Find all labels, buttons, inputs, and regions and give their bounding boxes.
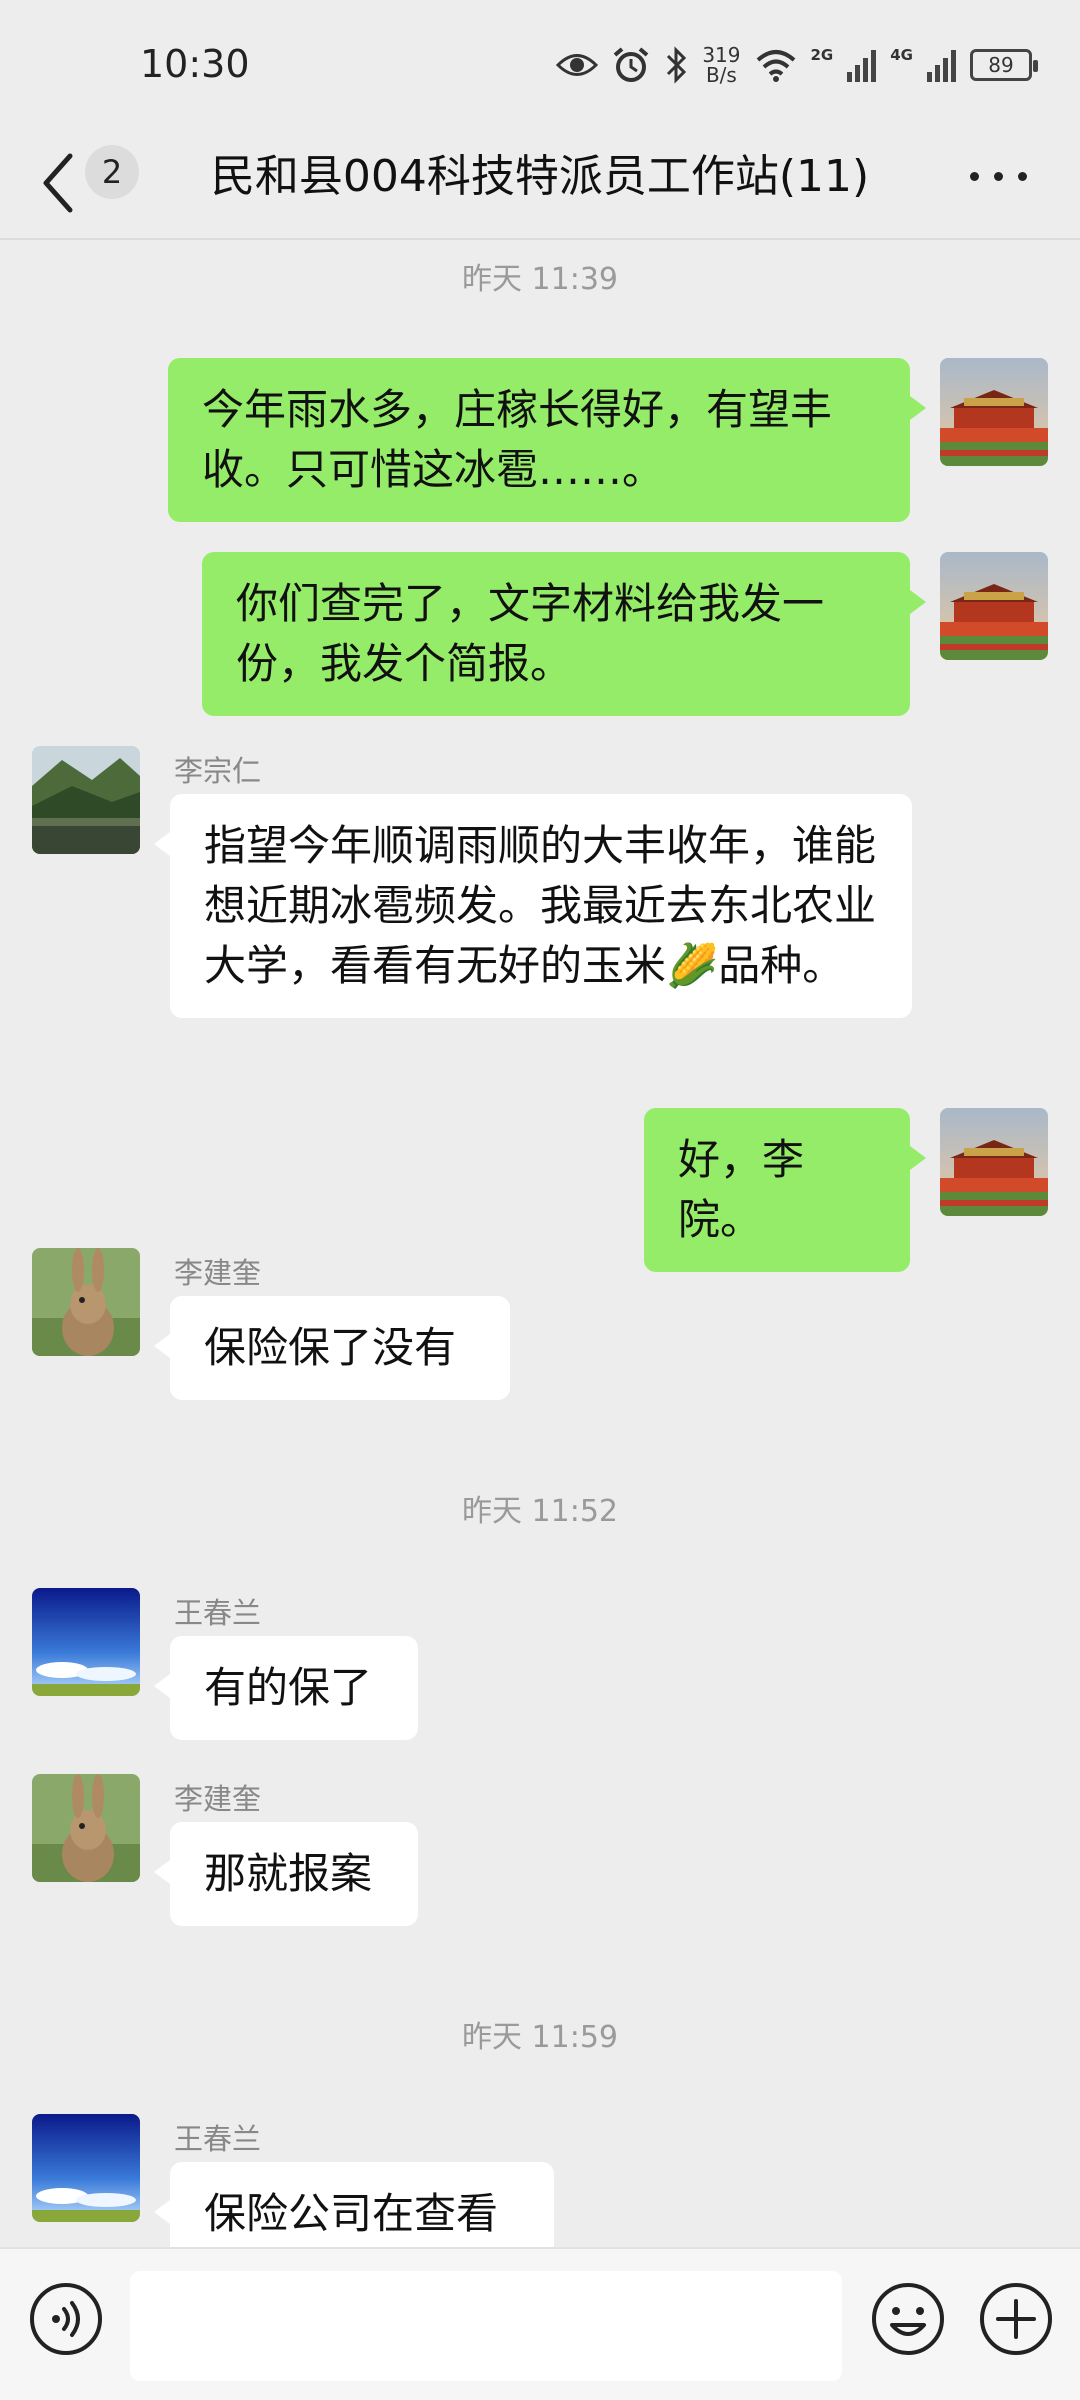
gate-avatar[interactable]: [940, 358, 1048, 466]
message-input[interactable]: [130, 2271, 842, 2381]
other-message-bubble[interactable]: 那就报案: [154, 1822, 418, 1926]
emoji-icon[interactable]: [870, 2281, 946, 2357]
eye-icon: [556, 54, 599, 76]
alarm-icon: [614, 47, 649, 82]
other-message-bubble[interactable]: 保险保了没有: [154, 1296, 510, 1400]
more-dots-icon[interactable]: [970, 150, 1030, 190]
signal-4g-label: 4G: [890, 46, 913, 64]
chat-title: 民和县004科技特派员工作站(11): [210, 151, 870, 202]
timestamp: 昨天 11:59: [462, 2020, 618, 2055]
timestamp: 昨天 11:52: [462, 1494, 618, 1529]
battery-level: 89: [988, 53, 1014, 77]
cell-signal-icon: [847, 48, 877, 82]
battery-icon: 89: [970, 49, 1038, 81]
sender-name: 王春兰: [174, 1596, 262, 1630]
my-message-bubble[interactable]: 好，李院。: [644, 1108, 926, 1272]
signal-2g-label: 2G: [810, 46, 834, 64]
bluetooth-icon: [667, 46, 687, 84]
blue-sky-avatar[interactable]: [32, 2114, 140, 2222]
status-icons: 319 B/s 2G 4G 89: [556, 40, 1038, 90]
net-speed-unit: B/s: [705, 63, 737, 87]
blue-sky-avatar[interactable]: [32, 1588, 140, 1696]
rabbit-avatar[interactable]: [32, 1248, 140, 1356]
sender-name: 李建奎: [174, 1782, 262, 1816]
sender-name: 李建奎: [174, 1256, 262, 1290]
rabbit-avatar[interactable]: [32, 1774, 140, 1882]
wifi-icon: [756, 50, 795, 82]
mountain-lake-avatar[interactable]: [32, 746, 140, 854]
header-divider: [0, 238, 1080, 240]
sender-name: 王春兰: [174, 2122, 262, 2156]
cell-signal-icon-2: [927, 48, 956, 82]
status-time: 10:30: [140, 42, 250, 86]
other-message-bubble[interactable]: 指望今年顺调雨顺的大丰收年，谁能想近期冰雹频发。我最近去东北农业大学，看看有无好…: [154, 794, 912, 1018]
chat-screen: 10:30 319 B/s 2G 4G 89 2 民和县004科技特派员工作站(…: [0, 0, 1080, 2400]
my-message-bubble[interactable]: 今年雨水多，庄稼长得好，有望丰收。只可惜这冰雹……。: [168, 358, 926, 522]
sender-name: 李宗仁: [174, 754, 262, 788]
input-bar: [0, 2247, 1080, 2400]
my-message-bubble[interactable]: 你们查完了，文字材料给我发一份，我发个简报。: [202, 552, 926, 716]
net-speed: 319 B/s: [702, 45, 740, 85]
timestamp: 昨天 11:39: [462, 262, 618, 297]
other-message-bubble[interactable]: 有的保了: [154, 1636, 418, 1740]
voice-icon[interactable]: [28, 2281, 104, 2357]
net-speed-value: 319: [702, 43, 741, 67]
gate-avatar[interactable]: [940, 1108, 1048, 1216]
status-bar: 10:30 319 B/s 2G 4G 89: [0, 0, 1080, 130]
gate-avatar[interactable]: [940, 552, 1048, 660]
plus-icon[interactable]: [978, 2281, 1054, 2357]
